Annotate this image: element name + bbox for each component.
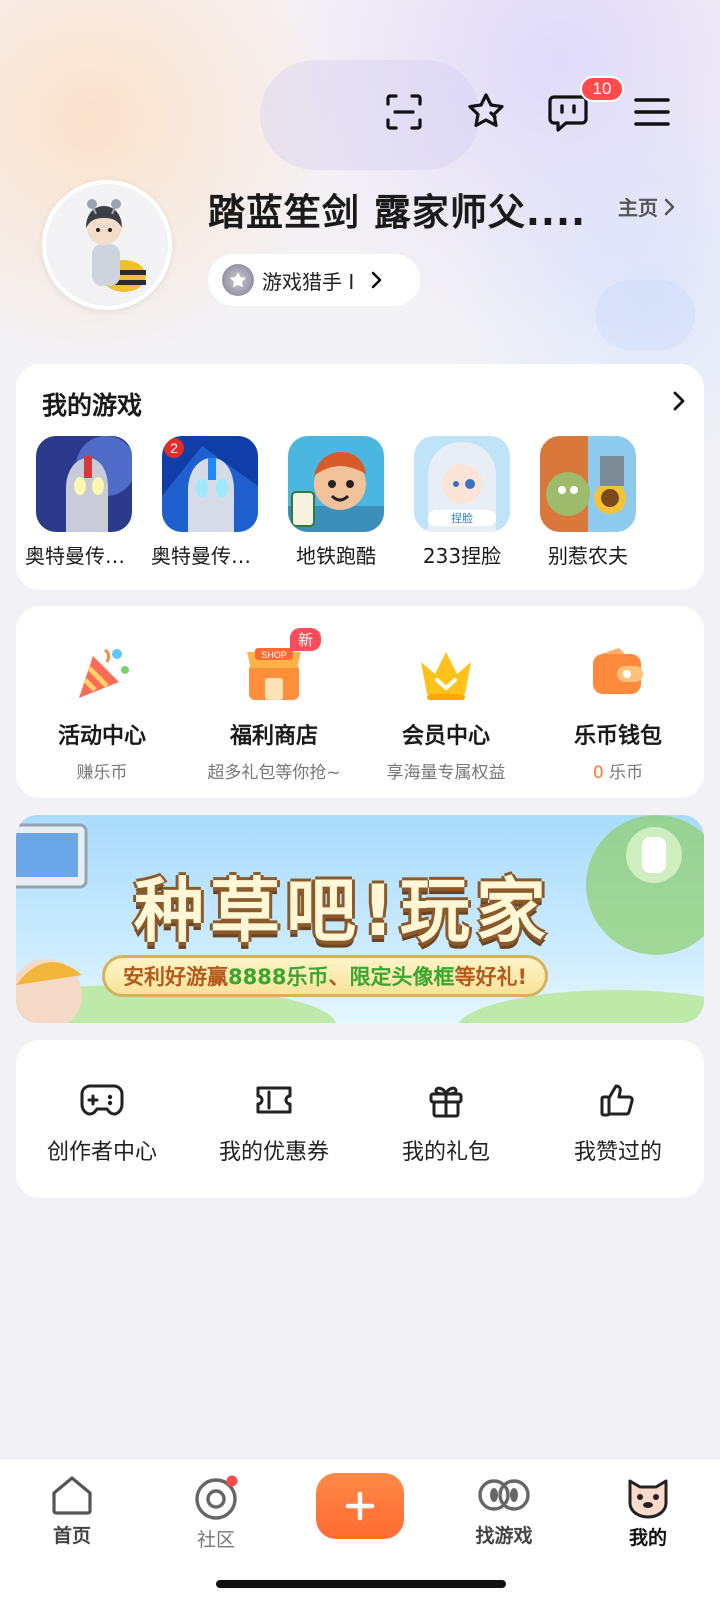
banner-sub-prefix: 安利好游赢 [123, 965, 228, 989]
subway-surfers-game-icon [288, 436, 384, 532]
nav-mine[interactable]: 我的 [588, 1473, 708, 1550]
nav-find-games[interactable]: 找游戏 [444, 1473, 564, 1548]
coin-balance-unit: 乐币 [609, 763, 644, 783]
tool-name: 我的礼包 [401, 1140, 490, 1165]
svg-text:SHOP: SHOP [261, 650, 287, 660]
coupon-icon [256, 1086, 292, 1114]
service-welfare-shop[interactable]: SHOP 新 福利商店 超多礼包等你抢~ [188, 628, 360, 783]
svg-text:捏脸: 捏脸 [451, 511, 473, 525]
home-indicator [216, 1580, 506, 1588]
banner-sub-highlight: 8888乐币 [228, 965, 329, 989]
banner-subtitle: 安利好游赢 8888乐币 、 限定头像框 等好礼! [102, 955, 549, 997]
wallet-icon [587, 642, 649, 704]
service-sub: 享海量专属权益 [386, 763, 506, 783]
ultraman-game-icon [36, 436, 132, 532]
my-games-card: 我的游戏 奥特曼传奇英雄 [16, 364, 704, 590]
home-icon [52, 1476, 92, 1515]
username: 踏蓝笙剑 露家师父.... [208, 191, 587, 234]
bottom-nav: 首页 社区 找游戏 我的 [0, 1458, 720, 1600]
nav-community[interactable]: 社区 [156, 1473, 276, 1552]
game-item[interactable]: 别惹农夫 [540, 436, 636, 569]
new-badge: 新 [290, 628, 322, 651]
banner-sub-suffix: 等好礼! [454, 965, 528, 989]
medal-icon [222, 264, 254, 296]
nav-mine-label: 我的 [628, 1527, 667, 1549]
banner-sub-mid: 、 [328, 965, 350, 989]
decorative-gamepad-icon [595, 280, 695, 350]
my-games-list: 奥特曼传奇英雄 2 奥特曼传奇英雄2 [25, 436, 636, 569]
game-name: 奥特曼传奇英雄2 [151, 544, 269, 568]
service-activity-center[interactable]: 活动中心 赚乐币 [16, 642, 188, 783]
service-name: 福利商店 [229, 724, 318, 749]
tool-name: 创作者中心 [46, 1140, 157, 1165]
plus-icon [345, 1491, 375, 1521]
service-name: 活动中心 [57, 724, 146, 749]
mine-pet-icon [628, 1479, 668, 1519]
community-icon [195, 1475, 238, 1520]
service-member-center[interactable]: 会员中心 享海量专属权益 [360, 642, 532, 783]
nav-home-label: 首页 [52, 1525, 91, 1547]
tools-card: 创作者中心 我的优惠券 我的礼包 我赞过的 [16, 1040, 704, 1198]
menu-button[interactable] [628, 88, 676, 136]
favorites-button[interactable] [462, 88, 510, 136]
ultraman2-game-icon: 2 [162, 436, 258, 532]
tool-liked[interactable]: 我赞过的 [532, 1080, 704, 1166]
nav-home[interactable]: 首页 [12, 1473, 132, 1548]
service-sub: 赚乐币 [76, 763, 128, 783]
game-name: 奥特曼传奇英雄 [25, 544, 143, 568]
game-name: 233捏脸 [422, 544, 502, 568]
banner-sub-highlight: 限定头像框 [349, 965, 455, 989]
nav-community-label: 社区 [196, 1529, 235, 1551]
homepage-link[interactable]: 主页 [618, 192, 676, 221]
farmer-game-icon [540, 436, 636, 532]
menu-icon [634, 98, 670, 126]
avatar[interactable] [42, 180, 172, 310]
banner-title: 种草吧!玩家 [134, 870, 552, 952]
favorites-star-icon [468, 93, 504, 127]
gift-icon [429, 1086, 463, 1118]
notification-badge: 10 [580, 76, 624, 102]
game-item[interactable]: 奥特曼传奇英雄 [25, 436, 143, 569]
game-name: 别惹农夫 [548, 544, 628, 568]
my-games-title: 我的游戏 [42, 391, 143, 420]
tool-name: 我赞过的 [573, 1140, 662, 1165]
service-coin-wallet[interactable]: 乐币钱包 0 乐币 [532, 642, 704, 783]
nav-find-games-label: 找游戏 [475, 1525, 533, 1547]
homepage-link-label: 主页 [618, 196, 658, 220]
game-item[interactable]: 捏脸 233捏脸 [414, 436, 510, 569]
player-title-pill[interactable]: 游戏猎手 I [208, 254, 420, 306]
tool-name: 我的优惠券 [218, 1140, 329, 1165]
scan-icon [386, 94, 422, 130]
shop-icon: SHOP [243, 642, 305, 704]
tool-my-gifts[interactable]: 我的礼包 [360, 1080, 532, 1166]
create-post-button[interactable] [316, 1473, 404, 1539]
game-item[interactable]: 2 奥特曼传奇英雄2 [151, 436, 269, 569]
chevron-right-icon [371, 271, 382, 289]
svg-text:2: 2 [170, 440, 178, 456]
scan-button[interactable] [380, 88, 428, 136]
avatar-character-icon [46, 184, 168, 306]
tool-creator-center[interactable]: 创作者中心 [16, 1080, 188, 1166]
service-sub: 超多礼包等你抢~ [207, 763, 341, 783]
service-name: 会员中心 [401, 724, 490, 749]
my-games-more-chevron-icon[interactable] [672, 390, 686, 412]
chevron-right-icon [664, 198, 675, 215]
coin-balance: 0 乐币 [593, 758, 643, 783]
coin-balance-value: 0 [592, 763, 604, 783]
game-name: 地铁跑酷 [296, 544, 376, 568]
promo-banner[interactable]: 种草吧!玩家 安利好游赢 8888乐币 、 限定头像框 等好礼! [16, 815, 704, 1023]
decorative-gamepad-icon [260, 60, 480, 170]
find-games-icon [478, 1479, 530, 1511]
party-popper-icon [71, 642, 133, 704]
face-maker-game-icon: 捏脸 [414, 436, 510, 532]
service-name: 乐币钱包 [573, 724, 662, 749]
player-title-label: 游戏猎手 I [262, 269, 355, 294]
thumbs-up-icon [600, 1084, 634, 1117]
services-card: 活动中心 赚乐币 SHOP 新 福利商店 超多礼包等你抢~ 会员中心 享海量专属… [16, 606, 704, 798]
gamepad-icon [80, 1084, 124, 1116]
crown-icon [415, 642, 477, 704]
game-item[interactable]: 地铁跑酷 [288, 436, 384, 569]
tool-my-coupons[interactable]: 我的优惠券 [188, 1080, 360, 1166]
